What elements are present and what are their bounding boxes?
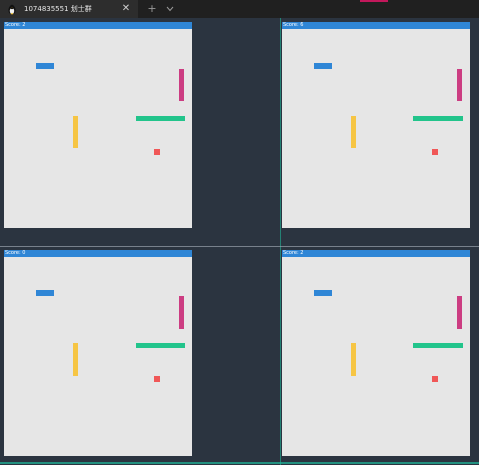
pane-divider-vertical[interactable]	[280, 18, 281, 465]
close-icon[interactable]: ✕	[120, 3, 132, 15]
blue-block	[314, 290, 332, 296]
active-pane-indicator	[0, 462, 479, 464]
terminal-tab[interactable]: 1074835551 划士群 ✕	[0, 0, 138, 18]
food-pellet	[432, 149, 438, 155]
pane-divider-horizontal[interactable]	[0, 246, 479, 247]
yellow-block	[73, 116, 78, 148]
score-label: Score: 2	[5, 22, 26, 28]
chevron-down-icon[interactable]	[164, 2, 176, 16]
score-label: Score: 2	[283, 250, 304, 256]
score-label: Score: 6	[283, 22, 304, 28]
penguin-icon	[6, 3, 18, 15]
yellow-block	[73, 343, 78, 376]
accent-strip	[360, 0, 388, 2]
tab-title: 1074835551 划士群	[24, 5, 92, 13]
yellow-block	[351, 343, 356, 376]
yellow-block	[351, 116, 356, 148]
blue-block	[36, 290, 54, 296]
green-block	[136, 116, 185, 121]
green-block	[413, 116, 463, 121]
score-bar: Score: 0	[4, 250, 192, 257]
food-pellet	[432, 376, 438, 382]
magenta-block	[179, 296, 184, 329]
green-block	[136, 343, 185, 348]
food-pellet	[154, 376, 160, 382]
new-tab-button[interactable]: +	[146, 2, 158, 16]
score-bar: Score: 2	[282, 250, 470, 257]
green-block	[413, 343, 463, 348]
score-bar: Score: 2	[4, 22, 192, 29]
game-board[interactable]: Score: 0	[4, 250, 192, 456]
blue-block	[314, 63, 332, 69]
food-pellet	[154, 149, 160, 155]
score-label: Score: 0	[5, 250, 26, 256]
game-board[interactable]: Score: 2	[4, 22, 192, 228]
magenta-block	[179, 69, 184, 101]
blue-block	[36, 63, 54, 69]
magenta-block	[457, 296, 462, 329]
score-bar: Score: 6	[282, 22, 470, 29]
game-board[interactable]: Score: 6	[282, 22, 470, 228]
game-board[interactable]: Score: 2	[282, 250, 470, 456]
window-titlebar: 1074835551 划士群 ✕ +	[0, 0, 479, 18]
magenta-block	[457, 69, 462, 101]
